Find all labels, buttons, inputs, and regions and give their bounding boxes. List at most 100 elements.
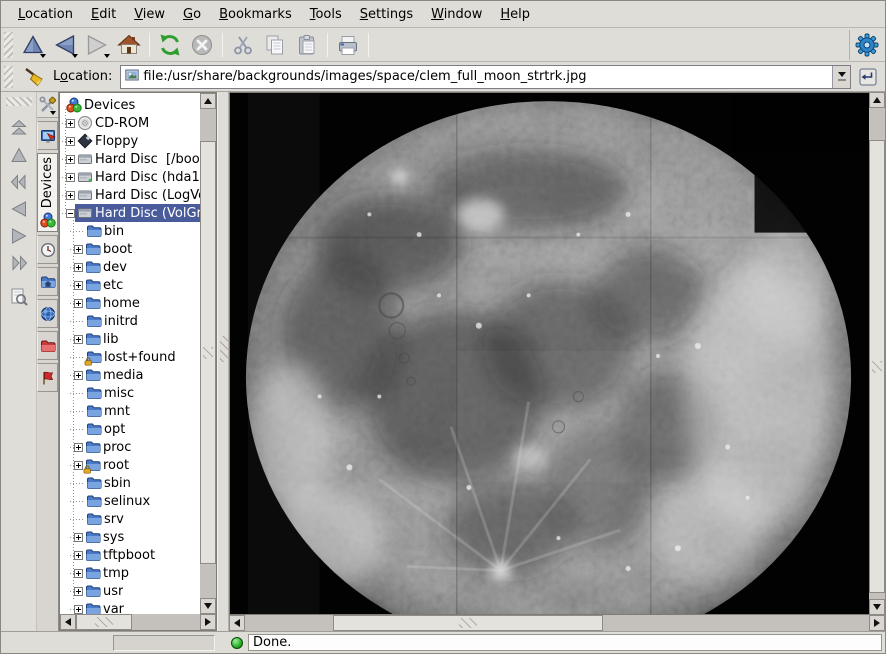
paste-button[interactable] [292, 30, 322, 60]
tree-expander-plus[interactable] [74, 443, 83, 452]
tree-item-label[interactable]: dev [103, 260, 127, 275]
tree-expander-plus[interactable] [66, 137, 75, 146]
tree-item-label[interactable]: lib [103, 332, 118, 347]
tree-item-label[interactable]: media [103, 368, 144, 383]
nav-forward-double-button[interactable] [4, 249, 34, 276]
menu-help[interactable]: Help [491, 3, 539, 26]
tree-row[interactable]: tftpboot [60, 546, 200, 564]
tree-expander-plus[interactable] [74, 245, 83, 254]
tree-item-label[interactable]: lost+found [104, 350, 176, 365]
tree-expander-plus[interactable] [74, 281, 83, 290]
scroll-right-button[interactable] [869, 615, 885, 631]
sidebar-tab-devices[interactable]: Devices [37, 153, 58, 232]
tree-row[interactable]: selinux [60, 492, 200, 510]
tree-row[interactable]: dev [60, 258, 200, 276]
sidebar-tab-system[interactable] [37, 121, 58, 150]
menu-bookmarks[interactable]: Bookmarks [210, 3, 301, 26]
stop-button[interactable] [187, 30, 217, 60]
location-dropdown-button[interactable] [832, 66, 850, 88]
tree-row[interactable]: Hard Disc (hda1) [/ [60, 168, 200, 186]
tree-row[interactable]: opt [60, 420, 200, 438]
tree-item-label[interactable]: Devices [84, 98, 135, 113]
tree-item-label[interactable]: root [103, 458, 129, 473]
tree-expander-plus[interactable] [74, 299, 83, 308]
nav-back-double-button[interactable] [4, 168, 34, 195]
nav-forward-button[interactable] [4, 222, 34, 249]
tree-expander-plus[interactable] [66, 155, 75, 164]
location-value[interactable]: file:/usr/share/backgrounds/images/space… [143, 69, 586, 84]
forward-button[interactable] [82, 30, 112, 60]
sidebar-configure-button[interactable] [37, 93, 58, 118]
tree-row[interactable]: usr [60, 582, 200, 600]
tree-item-label[interactable]: opt [104, 422, 125, 437]
tree-row[interactable]: srv [60, 510, 200, 528]
tree-row[interactable]: media [60, 366, 200, 384]
tree-expander-plus[interactable] [74, 461, 83, 470]
tree-row[interactable]: misc [60, 384, 200, 402]
scrollbar-thumb[interactable] [333, 615, 603, 631]
tree-row[interactable]: Hard Disc (LogVol0 [60, 186, 200, 204]
up-button[interactable] [18, 30, 48, 60]
menu-view[interactable]: View [125, 3, 174, 26]
tree-expander-plus[interactable] [74, 371, 83, 380]
tree-vertical-scrollbar[interactable] [200, 93, 216, 614]
tree-row[interactable]: sbin [60, 474, 200, 492]
tree-expander-plus[interactable] [66, 119, 75, 128]
toolbar-drag-handle[interactable] [4, 32, 13, 58]
menu-edit[interactable]: Edit [82, 3, 125, 26]
menu-tools[interactable]: Tools [301, 3, 351, 26]
tree-row[interactable]: etc [60, 276, 200, 294]
tree-expander-plus[interactable] [74, 335, 83, 344]
tree-row[interactable]: lost+found [60, 348, 200, 366]
scrollbar-thumb[interactable] [200, 141, 216, 564]
tree-row[interactable]: initrd [60, 312, 200, 330]
tree-item-label[interactable]: selinux [104, 494, 150, 509]
tree-expander-plus[interactable] [74, 605, 83, 614]
tree-item-label[interactable]: srv [104, 512, 124, 527]
tree-row[interactable]: bin [60, 222, 200, 240]
tree-row[interactable]: home [60, 294, 200, 312]
tree-item-label[interactable]: boot [103, 242, 132, 257]
tree-row[interactable]: sys [60, 528, 200, 546]
view-horizontal-scrollbar[interactable] [229, 615, 885, 631]
nav-up-double-button[interactable] [4, 114, 34, 141]
forward-dropdown-arrow-icon[interactable] [104, 54, 110, 58]
tree-item-label[interactable]: sys [103, 530, 124, 545]
tree-row[interactable]: Hard Disc (VolGrou [60, 204, 200, 222]
tree-expander-plus[interactable] [66, 191, 75, 200]
tree-item-label[interactable]: usr [103, 584, 123, 599]
tree-expander-plus[interactable] [74, 587, 83, 596]
reload-button[interactable] [155, 30, 185, 60]
cut-button[interactable] [228, 30, 258, 60]
tree-row[interactable]: boot [60, 240, 200, 258]
menu-window[interactable]: Window [422, 3, 491, 26]
scroll-down-button[interactable] [869, 599, 885, 615]
tree-expander-plus[interactable] [66, 173, 75, 182]
tree-item-label[interactable]: var [103, 602, 124, 615]
back-button[interactable] [50, 30, 80, 60]
tree-expander-minus[interactable] [66, 209, 75, 218]
moon-image[interactable] [229, 92, 869, 615]
up-dropdown-arrow-icon[interactable] [40, 54, 46, 58]
home-button[interactable] [114, 30, 144, 60]
scroll-up-button[interactable] [869, 92, 885, 108]
go-button[interactable] [855, 64, 881, 90]
tree-item-label[interactable]: Hard Disc (hda1) [/ [95, 170, 200, 185]
tree-item-label[interactable]: tftpboot [103, 548, 155, 563]
tree-row[interactable]: Devices [60, 96, 200, 114]
tree-item-label[interactable]: home [103, 296, 140, 311]
panel-splitter[interactable] [217, 92, 229, 631]
tree-item-label[interactable]: Hard Disc (VolGrou [95, 206, 200, 221]
sidebar-tab-network[interactable] [37, 299, 58, 328]
tree-item-label[interactable]: bin [104, 224, 124, 239]
sidebar-tab-services[interactable] [37, 363, 58, 392]
scroll-up-button[interactable] [200, 93, 216, 109]
tree-item-label[interactable]: tmp [103, 566, 129, 581]
view-vertical-scrollbar[interactable] [869, 92, 885, 615]
scrollbar-thumb[interactable] [869, 140, 885, 593]
left-toolbar-drag-handle[interactable] [6, 97, 32, 106]
tree-item-label[interactable]: mnt [104, 404, 130, 419]
tree-item-label[interactable]: initrd [104, 314, 138, 329]
tree-row[interactable]: var [60, 600, 200, 614]
nav-up-button[interactable] [4, 141, 34, 168]
